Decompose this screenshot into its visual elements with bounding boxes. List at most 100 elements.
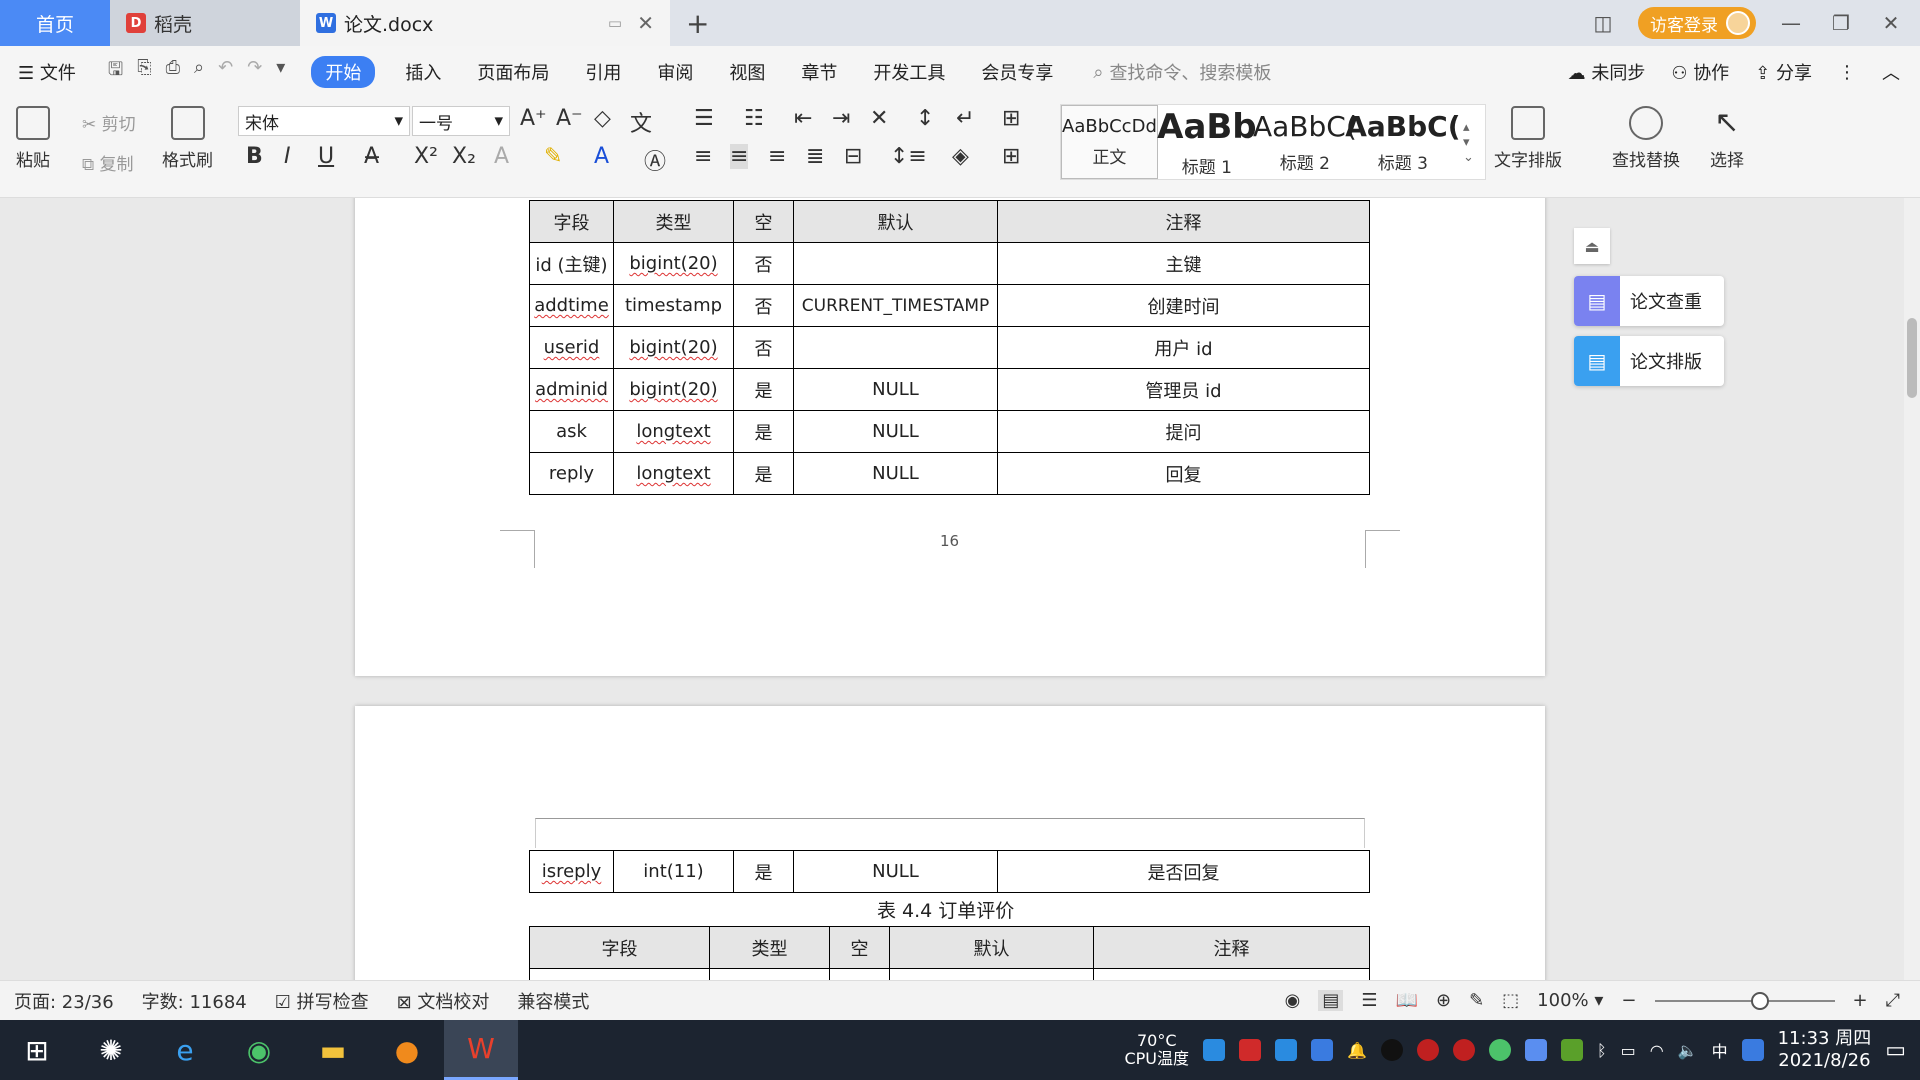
save-icon[interactable]: 🖫 bbox=[108, 57, 123, 87]
paste-button[interactable]: 粘贴 bbox=[16, 106, 50, 171]
outline-view-icon[interactable]: ☰ bbox=[1361, 990, 1377, 1011]
qq-icon[interactable] bbox=[1380, 1039, 1403, 1061]
collapse-panel-icon[interactable]: ⏏ bbox=[1574, 228, 1610, 264]
borders-icon[interactable]: ⊞ bbox=[1002, 144, 1020, 169]
paper-layout-button[interactable]: ▤ 论文排版 bbox=[1574, 336, 1724, 386]
font-size-select[interactable]: 一号 ▾ bbox=[412, 106, 510, 136]
italic-icon[interactable]: I bbox=[284, 144, 291, 169]
zoom-out-icon[interactable]: − bbox=[1621, 990, 1636, 1011]
tray-app-icon[interactable] bbox=[1524, 1039, 1547, 1061]
print-icon[interactable]: ⎙ bbox=[166, 57, 180, 87]
indent-icon[interactable]: ⇥ bbox=[832, 106, 850, 131]
chinese-layout-icon[interactable]: ✕ bbox=[870, 106, 888, 131]
highlight-icon[interactable]: ✎ bbox=[544, 144, 562, 169]
align-right-icon[interactable]: ≡ bbox=[768, 144, 786, 169]
bluetooth-icon[interactable]: ᛒ bbox=[1597, 1041, 1607, 1060]
notification-icon[interactable]: ▭ bbox=[1885, 1038, 1906, 1063]
shrink-font-icon[interactable]: A⁻ bbox=[556, 106, 583, 131]
more-icon[interactable]: ▾ bbox=[276, 57, 285, 87]
monitor-icon[interactable]: ▭ bbox=[608, 14, 622, 32]
close-tab-icon[interactable]: ✕ bbox=[637, 11, 654, 35]
justify-icon[interactable]: ≣ bbox=[806, 144, 824, 169]
sync-button[interactable]: ☁ 未同步 bbox=[1568, 59, 1646, 85]
underline-icon[interactable]: U bbox=[318, 144, 334, 169]
preview-icon[interactable]: ⌕ bbox=[194, 57, 204, 87]
shield-icon[interactable] bbox=[1311, 1039, 1334, 1061]
menu-reference[interactable]: 引用 bbox=[567, 59, 639, 85]
zoom-level[interactable]: 100% ▾ bbox=[1537, 990, 1603, 1011]
ime-indicator[interactable]: 中 bbox=[1712, 1038, 1728, 1062]
tab-document[interactable]: W 论文.docx ▭ ✕ bbox=[300, 0, 670, 46]
char-border-icon[interactable]: Ⓐ bbox=[644, 144, 666, 176]
eye-protect-icon[interactable]: ◉ bbox=[1285, 990, 1301, 1011]
battery-icon[interactable]: ▭ bbox=[1621, 1041, 1636, 1060]
style-gallery-scroll[interactable]: ▴ ▾ ⌄ bbox=[1452, 105, 1485, 179]
align-left-icon[interactable]: ≡ bbox=[694, 144, 712, 169]
fit-page-icon[interactable]: ⬚ bbox=[1502, 990, 1519, 1011]
scrollbar-thumb[interactable] bbox=[1907, 318, 1917, 398]
browser-360-icon[interactable]: ◉ bbox=[222, 1020, 296, 1080]
web-view-icon[interactable]: ⊕ bbox=[1436, 990, 1451, 1011]
page-view-icon[interactable]: ▤ bbox=[1318, 990, 1344, 1011]
line-spacing-icon[interactable]: ↕≡ bbox=[890, 144, 927, 169]
restore-icon[interactable]: ❐ bbox=[1826, 11, 1856, 35]
share-button[interactable]: ⇪ 分享 bbox=[1755, 59, 1812, 85]
menu-page-layout[interactable]: 页面布局 bbox=[459, 59, 567, 85]
page-indicator[interactable]: 页面: 23/36 bbox=[0, 988, 128, 1014]
menu-review[interactable]: 审阅 bbox=[639, 59, 711, 85]
subscript-icon[interactable]: X₂ bbox=[452, 144, 476, 169]
redo-icon[interactable]: ↷ bbox=[247, 57, 262, 87]
menu-member[interactable]: 会员专享 bbox=[963, 59, 1071, 85]
tray-app-icon[interactable] bbox=[1416, 1039, 1439, 1061]
show-marks-icon[interactable]: ↵ bbox=[956, 106, 974, 131]
style-normal[interactable]: AaBbCcDd 正文 bbox=[1061, 105, 1158, 179]
undo-icon[interactable]: ↶ bbox=[218, 57, 233, 87]
tray-app-icon[interactable] bbox=[1275, 1039, 1298, 1061]
windows-start-icon[interactable]: ⊞ bbox=[0, 1020, 74, 1080]
shading-icon[interactable]: ◈ bbox=[952, 144, 969, 169]
paper-check-button[interactable]: ▤ 论文查重 bbox=[1574, 276, 1724, 326]
tray-app-icon[interactable] bbox=[1203, 1039, 1226, 1061]
zoom-in-icon[interactable]: + bbox=[1853, 990, 1868, 1011]
document-canvas[interactable]: 字段 类型 空 默认 注释 id (主键) bigint(20) 否 主键 ad… bbox=[0, 198, 1904, 980]
menu-chapter[interactable]: 章节 bbox=[783, 59, 855, 85]
command-search[interactable]: ⌕ 查找命令、搜索模板 bbox=[1093, 59, 1271, 85]
fullscreen-icon[interactable]: ⤢ bbox=[1886, 990, 1900, 1011]
style-heading-1[interactable]: AaBb 标题 1 bbox=[1157, 105, 1257, 179]
sort-icon[interactable]: ↕ bbox=[916, 106, 934, 131]
cpu-temp[interactable]: 70°C CPU温度 bbox=[1124, 1032, 1189, 1068]
outdent-icon[interactable]: ⇤ bbox=[794, 106, 812, 131]
tray-app-icon[interactable] bbox=[1452, 1039, 1475, 1061]
menu-dev-tools[interactable]: 开发工具 bbox=[855, 59, 963, 85]
nvidia-icon[interactable] bbox=[1560, 1039, 1583, 1061]
file-menu[interactable]: ☰ 文件 bbox=[0, 59, 94, 85]
write-view-icon[interactable]: ✎ bbox=[1469, 990, 1484, 1011]
select-button[interactable]: ↖ 选择 bbox=[1710, 106, 1744, 172]
ie-icon[interactable]: e bbox=[148, 1020, 222, 1080]
bullet-list-icon[interactable]: ☰ bbox=[694, 106, 714, 131]
bell-icon[interactable]: 🔔 bbox=[1347, 1041, 1367, 1060]
collapse-ribbon-icon[interactable]: ︿ bbox=[1882, 59, 1900, 85]
format-painter-button[interactable]: 格式刷 bbox=[162, 106, 213, 171]
strikethrough-icon[interactable]: A̶ bbox=[364, 144, 379, 169]
login-button[interactable]: 访客登录 bbox=[1638, 7, 1756, 39]
tab-daoke[interactable]: D 稻壳 bbox=[110, 0, 300, 46]
spell-check-button[interactable]: ☑ 拼写检查 bbox=[261, 988, 383, 1014]
tab-home[interactable]: 首页 bbox=[0, 0, 110, 46]
export-icon[interactable]: ⎘ bbox=[137, 57, 151, 87]
file-explorer-icon[interactable]: ▬ bbox=[296, 1020, 370, 1080]
wifi-icon[interactable]: ◠ bbox=[1650, 1041, 1664, 1060]
menu-insert[interactable]: 插入 bbox=[387, 59, 459, 85]
wps-icon[interactable]: W bbox=[444, 1020, 518, 1080]
clear-format-icon[interactable]: ◇ bbox=[594, 106, 611, 131]
new-tab-icon[interactable]: + bbox=[670, 0, 725, 46]
phonetic-icon[interactable]: 文 bbox=[630, 106, 652, 138]
menu-view[interactable]: 视图 bbox=[711, 59, 783, 85]
app-mask-icon[interactable]: ● bbox=[370, 1020, 444, 1080]
collab-button[interactable]: ⚇ 协作 bbox=[1671, 59, 1729, 85]
app-pinwheel-icon[interactable]: ✺ bbox=[74, 1020, 148, 1080]
distribute-icon[interactable]: ⊟ bbox=[844, 144, 862, 169]
proofread-button[interactable]: ⊠ 文档校对 bbox=[383, 988, 504, 1014]
style-heading-3[interactable]: AaBbC(标题 3 bbox=[1345, 105, 1460, 179]
volume-icon[interactable]: 🔈 bbox=[1678, 1041, 1698, 1060]
